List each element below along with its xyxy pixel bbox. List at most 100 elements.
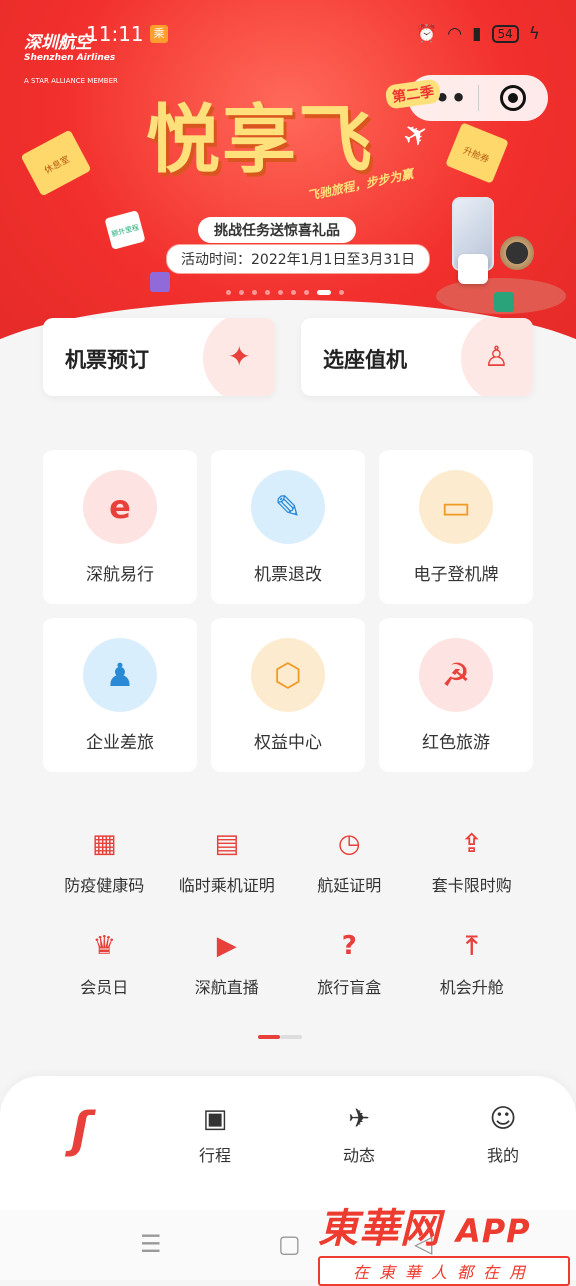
tab-me[interactable]: ☺ 我的 — [458, 1102, 548, 1166]
mileage-ticket-graphic: 额外里程 — [104, 210, 146, 250]
tab-label: 行程 — [198, 1146, 231, 1165]
service-card-business-travel[interactable]: ♟ 企业差旅 — [43, 618, 197, 772]
logo-cn: 深圳航空 — [24, 33, 92, 53]
more-item-mystery-box[interactable]: ? 旅行盲盒 — [288, 928, 411, 1008]
more-item-upgrade[interactable]: ⤒ 机会升舱 — [411, 928, 534, 1008]
e-travel-icon: e — [83, 470, 157, 544]
mystery-box-icon: ? — [341, 931, 357, 961]
lounge-ticket-graphic: 休息室 — [20, 129, 92, 197]
alarm-icon: ⏰ — [416, 24, 438, 44]
more-item-label: 套卡限时购 — [431, 876, 512, 895]
seat-icon: ♙ — [483, 340, 509, 373]
gift-box-graphic — [494, 292, 514, 312]
icon-glyph: e — [109, 488, 131, 526]
service-card-red-tourism[interactable]: ☭ 红色旅游 — [379, 618, 533, 772]
more-item-label: 航延证明 — [317, 876, 382, 895]
upgrade-ticket-graphic: 升舱券 — [445, 122, 509, 184]
watermark-brand-text: 東華网 — [318, 1206, 441, 1252]
hammer-sickle-icon: ☭ — [419, 638, 493, 712]
user-icon: ☺ — [489, 1104, 517, 1134]
charging-icon: ϟ — [528, 24, 540, 44]
status-notification-badge: 乘 — [150, 25, 168, 43]
tab-label: 动态 — [342, 1146, 375, 1165]
service-label: 红色旅游 — [422, 733, 490, 753]
ticket-edit-icon: ✎ — [251, 470, 325, 544]
qr-code-icon: ▦ — [91, 829, 117, 859]
clock-icon: ◷ — [337, 829, 361, 859]
shenzhen-airlines-logo: 深圳航空 Shenzhen Airlines A STAR ALLIANCE M… — [24, 28, 118, 85]
service-label: 权益中心 — [254, 733, 322, 753]
banner-challenge: 挑战任务送惊喜礼品 — [198, 217, 356, 243]
banner-title: 悦享飞 — [146, 97, 374, 183]
target-icon — [500, 85, 527, 111]
more-item-label: 防疫健康码 — [64, 876, 145, 895]
signal-icon: ▮ — [472, 24, 482, 44]
business-traveler-icon: ♟ — [83, 638, 157, 712]
icon-glyph: ✎ — [274, 488, 302, 526]
logo-en: Shenzhen Airlines — [24, 53, 116, 63]
earbuds-prize-graphic — [458, 254, 488, 284]
tab-home[interactable]: ʃ — [36, 1102, 126, 1158]
ticket-icon: ✦ — [227, 340, 251, 373]
more-item-label: 机会升舱 — [439, 978, 504, 997]
service-label: 深航易行 — [86, 565, 154, 585]
service-label: 企业差旅 — [86, 733, 154, 753]
service-card-refund-change[interactable]: ✎ 机票退改 — [211, 450, 365, 604]
briefcase-icon: ▣ — [202, 1104, 228, 1134]
more-item-label: 深航直播 — [194, 978, 259, 997]
status-icons: ⏰ ◠ ▮ 54 ϟ — [416, 24, 540, 44]
more-item-label: 临时乘机证明 — [178, 876, 275, 895]
id-card-icon: ▤ — [214, 829, 240, 859]
gift-box-graphic — [150, 272, 170, 292]
card-upload-icon: ⇪ — [460, 829, 483, 859]
shenzhen-airlines-logo-icon: ʃ — [71, 1102, 91, 1158]
service-label: 电子登机牌 — [413, 565, 499, 585]
service-label: 机票退改 — [254, 565, 322, 585]
icon-glyph: ⬡ — [274, 656, 302, 694]
more-item-live[interactable]: ▶ 深航直播 — [166, 928, 289, 1008]
logo-alliance: A STAR ALLIANCE MEMBER — [24, 77, 118, 85]
seat-checkin-label: 选座值机 — [323, 348, 407, 372]
more-item-delay-cert[interactable]: ◷ 航延证明 — [288, 826, 411, 906]
grid-pagination — [258, 1035, 302, 1039]
more-item-member-day[interactable]: ♛ 会员日 — [43, 928, 166, 1008]
promo-banner[interactable]: 11:11 乘 ⏰ ◠ ▮ 54 ϟ 深圳航空 Shenzhen Airline… — [0, 0, 576, 360]
watermark-brand: 東華网 APP — [318, 1196, 570, 1254]
benefits-badge-icon: ⬡ — [251, 638, 325, 712]
more-item-health-code[interactable]: ▦ 防疫健康码 — [43, 826, 166, 906]
service-card-boarding-pass[interactable]: ▭ 电子登机牌 — [379, 450, 533, 604]
watermark-app-text: APP — [455, 1212, 531, 1250]
home-square-icon[interactable]: ▢ — [278, 1230, 301, 1258]
tab-trips[interactable]: ▣ 行程 — [170, 1102, 260, 1166]
wifi-icon: ◠ — [447, 24, 463, 44]
banner-pagination — [226, 290, 344, 295]
more-item-label: 会员日 — [80, 978, 129, 997]
tab-label: 我的 — [486, 1146, 519, 1165]
more-item-temp-id[interactable]: ▤ 临时乘机证明 — [166, 826, 289, 906]
battery-icon: 54 — [491, 25, 519, 43]
close-mini-program-button[interactable] — [479, 85, 549, 111]
icon-glyph: ♟ — [105, 656, 135, 694]
seat-checkin-card[interactable]: 选座值机 ♙ — [301, 318, 533, 396]
service-card-shenhang-yixing[interactable]: e 深航易行 — [43, 450, 197, 604]
boarding-pass-icon: ▭ — [419, 470, 493, 544]
banner-period: 活动时间：2022年1月1日至3月31日 — [166, 244, 431, 274]
seat-upgrade-icon: ⤒ — [466, 931, 478, 961]
flight-booking-label: 机票预订 — [65, 348, 149, 372]
icon-glyph: ▭ — [440, 488, 472, 526]
tab-flight-status[interactable]: ✈ 动态 — [314, 1102, 404, 1166]
service-card-benefits[interactable]: ⬡ 权益中心 — [211, 618, 365, 772]
watch-prize-graphic — [500, 236, 534, 270]
menu-icon[interactable]: ☰ — [140, 1230, 162, 1258]
plane-takeoff-icon: ✈ — [348, 1104, 370, 1134]
more-services-grid: ▦ 防疫健康码 ▤ 临时乘机证明 ◷ 航延证明 ⇪ 套卡限时购 ♛ 会员日 ▶ 深航直播 ?… — [43, 826, 533, 1008]
flight-booking-card[interactable]: 机票预订 ✦ — [43, 318, 275, 396]
video-camera-icon: ▶ — [216, 931, 237, 961]
icon-glyph: ☭ — [441, 656, 471, 694]
watermark-tagline: 在東華人都在用 — [318, 1256, 570, 1286]
more-item-card-sale[interactable]: ⇪ 套卡限时购 — [411, 826, 534, 906]
calendar-crown-icon: ♛ — [92, 931, 116, 961]
more-item-label: 旅行盲盒 — [317, 978, 382, 997]
bottom-tabbar: ʃ ▣ 行程 ✈ 动态 ☺ 我的 — [0, 1076, 576, 1210]
service-grid: e 深航易行 ✎ 机票退改 ▭ 电子登机牌 ♟ 企业差旅 ⬡ 权益中心 ☭ 红色… — [43, 450, 533, 772]
